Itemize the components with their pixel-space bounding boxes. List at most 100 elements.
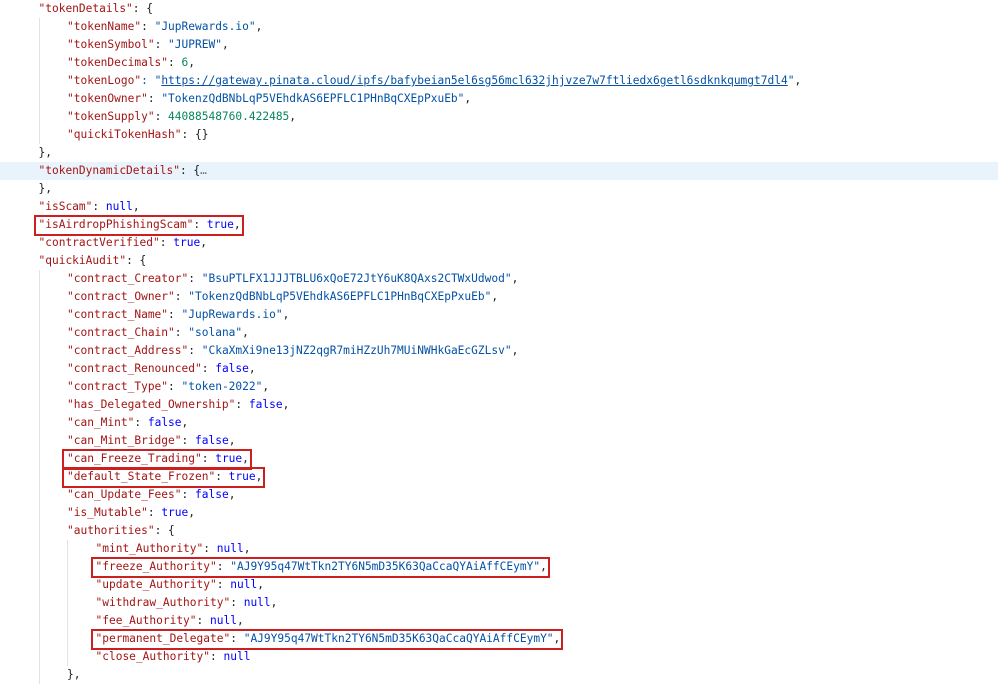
code-line: "permanent_Delegate": "AJ9Y95q47WtTkn2TY… <box>0 630 998 648</box>
json-punctuation: : <box>193 218 207 231</box>
json-punctuation: : <box>235 398 249 411</box>
json-punctuation: , <box>282 398 290 411</box>
json-viewer: "tokenDetails": {"tokenName": "JupReward… <box>0 0 998 691</box>
code-line-content: "tokenSymbol": "JUPREW", <box>67 36 229 54</box>
json-key: "close_Authority" <box>95 650 211 663</box>
code-line: "is_Mutable": true, <box>0 504 998 522</box>
code-line-content: "tokenLogo": "https://gateway.pinata.clo… <box>67 72 801 90</box>
json-string: : " <box>141 74 162 87</box>
code-line-content: "contract_Creator": "BsuPTLFX1JJJTBLU6xQ… <box>67 270 518 288</box>
json-literal: null <box>243 596 271 609</box>
json-string: "token-2022" <box>181 380 263 393</box>
code-line: "isAirdropPhishingScam": true, <box>0 216 998 234</box>
code-line: "isScam": null, <box>0 198 998 216</box>
json-punctuation: , <box>188 56 196 69</box>
json-key: "update_Authority" <box>95 578 217 591</box>
json-punctuation: }, <box>67 668 81 681</box>
json-literal: true <box>161 506 189 519</box>
code-line-content: "update_Authority": null, <box>96 576 264 594</box>
code-line: "can_Freeze_Trading": true, <box>0 450 998 468</box>
json-key: "mint_Authority" <box>95 542 204 555</box>
code-line: "tokenDetails": { <box>0 0 998 18</box>
code-line-content: "mint_Authority": null, <box>96 540 251 558</box>
json-key: "isAirdropPhishingScam" <box>38 218 194 231</box>
code-line: "contract_Renounced": false, <box>0 360 998 378</box>
code-line: "authorities": { <box>0 522 998 540</box>
json-punctuation: , <box>221 38 229 51</box>
code-line: "contract_Owner": "TokenzQdBNbLqP5VEhdkA… <box>0 288 998 306</box>
json-punctuation: , <box>511 344 519 357</box>
json-punctuation: : <box>168 56 182 69</box>
code-line: "quickiAudit": { <box>0 252 998 270</box>
json-key: "has_Delegated_Ownership" <box>67 398 236 411</box>
json-punctuation: , <box>181 416 189 429</box>
json-link[interactable]: https://gateway.pinata.cloud/ipfs/bafybe… <box>161 74 787 87</box>
code-line-content: "contract_Chain": "solana", <box>67 324 249 342</box>
code-line-content: "contract_Renounced": false, <box>67 360 256 378</box>
code-line-content: "can_Freeze_Trading": true, <box>67 450 249 468</box>
fold-ellipsis[interactable]: … <box>200 164 207 177</box>
code-line: "tokenOwner": "TokenzQdBNbLqP5VEhdkAS6EP… <box>0 90 998 108</box>
json-key: "tokenDetails" <box>38 2 133 15</box>
json-string: "TokenzQdBNbLqP5VEhdkAS6EPFLC1PHnBqCXEpP… <box>188 290 492 303</box>
json-string: "JupRewards.io" <box>181 308 283 321</box>
json-punctuation: : <box>210 650 224 663</box>
code-line: "quickiTokenHash": {} <box>0 126 998 144</box>
json-punctuation: , <box>262 380 270 393</box>
json-punctuation: : <box>174 290 189 303</box>
code-line-content: "freeze_Authority": "AJ9Y95q47WtTkn2TY6N… <box>96 558 547 576</box>
code-line: }, <box>0 144 998 162</box>
code-line-content: "tokenDynamicDetails": {… <box>39 162 207 180</box>
json-punctuation: , <box>243 542 251 555</box>
json-punctuation: , <box>200 236 207 249</box>
code-line-content: "contract_Owner": "TokenzQdBNbLqP5VEhdkA… <box>67 288 498 306</box>
json-punctuation: , <box>289 110 297 123</box>
json-punctuation: : <box>230 596 244 609</box>
code-line-content: "fee_Authority": null, <box>96 612 244 630</box>
json-punctuation: , <box>233 218 241 231</box>
json-punctuation: : <box>159 236 174 249</box>
code-line: "has_Delegated_Ownership": false, <box>0 396 998 414</box>
code-line-content: "contract_Address": "CkaXmXi9ne13jNZ2qgR… <box>67 342 518 360</box>
indent-guide <box>38 270 40 684</box>
json-punctuation: : <box>168 308 182 321</box>
json-punctuation: : <box>154 110 169 123</box>
code-line-content: }, <box>67 666 80 684</box>
json-punctuation: , <box>188 506 196 519</box>
json-punctuation: , <box>228 488 236 501</box>
code-line-content: "quickiTokenHash": {} <box>67 126 208 144</box>
json-punctuation: : <box>147 506 162 519</box>
json-punctuation: , <box>132 200 140 213</box>
json-punctuation: : {} <box>181 128 209 141</box>
json-punctuation: , <box>491 290 499 303</box>
code-line: "can_Mint": false, <box>0 414 998 432</box>
json-literal: false <box>215 362 249 375</box>
json-punctuation: , <box>464 92 472 105</box>
indent-guide <box>67 540 68 666</box>
json-key: "contract_Name" <box>67 308 169 321</box>
code-line-content: "contract_Name": "JupRewards.io", <box>67 306 289 324</box>
json-key: "contract_Creator" <box>67 272 189 285</box>
json-key: "quickiAudit" <box>38 254 127 267</box>
json-literal: false <box>147 416 182 429</box>
indent-guide <box>38 18 40 144</box>
code-line: "update_Authority": null, <box>0 576 998 594</box>
json-key: "can_Mint" <box>67 416 135 429</box>
code-line: "contract_Name": "JupRewards.io", <box>0 306 998 324</box>
json-key: "contract_Type" <box>67 380 169 393</box>
json-literal: null <box>216 542 244 555</box>
json-literal: false <box>248 398 283 411</box>
json-literal: null <box>223 650 251 663</box>
json-key: "tokenDecimals" <box>67 56 169 69</box>
code-line: "can_Mint_Bridge": false, <box>0 432 998 450</box>
json-punctuation: , <box>270 596 278 609</box>
code-line-content: "default_State_Frozen": true, <box>67 468 262 486</box>
code-line-content: "tokenDetails": { <box>39 0 154 18</box>
code-line-content: "isScam": null, <box>39 198 140 216</box>
json-punctuation: : <box>134 416 148 429</box>
code-line: "tokenSupply": 44088548760.422485, <box>0 108 998 126</box>
json-punctuation: : <box>181 434 195 447</box>
json-number: 44088548760.422485 <box>168 110 290 123</box>
json-key: "quickiTokenHash" <box>67 128 182 141</box>
json-key: "tokenDynamicDetails" <box>38 164 180 177</box>
